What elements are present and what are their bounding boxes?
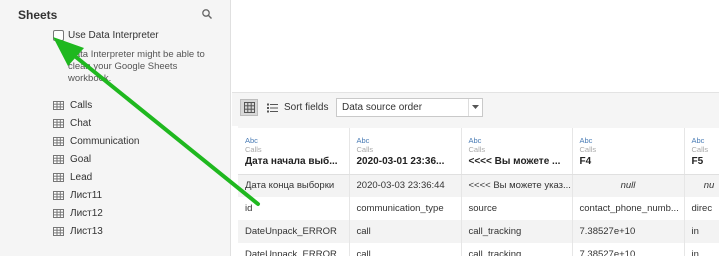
sheet-label: Communication bbox=[70, 135, 140, 147]
table-cell: Дата конца выборки bbox=[238, 174, 350, 197]
table-icon bbox=[53, 226, 64, 236]
column-source: Calls bbox=[245, 145, 262, 154]
sheet-item-calls[interactable]: Calls bbox=[53, 96, 139, 114]
column-header[interactable]: Abc Calls 2020-03-01 23:36... bbox=[349, 128, 462, 175]
table-row: DateUnpack_ERROR call call_tracking 7.38… bbox=[238, 220, 719, 243]
column-type[interactable]: Abc bbox=[469, 136, 565, 145]
table-icon bbox=[53, 118, 64, 128]
column-name: F5 bbox=[691, 156, 704, 167]
table-cell: direc bbox=[684, 197, 719, 220]
data-interpreter-label: Use Data Interpreter bbox=[68, 30, 159, 41]
sort-fields-select[interactable]: Data source order bbox=[336, 98, 483, 117]
sheet-label: Лист13 bbox=[70, 225, 103, 237]
sheets-sidebar: Sheets Use Data Interpreter Data Interpr… bbox=[0, 0, 231, 256]
column-source: Calls bbox=[356, 145, 374, 154]
column-name: 2020-03-01 23:36... bbox=[356, 156, 445, 167]
column-header[interactable]: Abc Calls F4 bbox=[572, 128, 685, 175]
table-cell: id bbox=[238, 197, 350, 220]
table-cell: nu bbox=[684, 174, 719, 197]
table-cell: in bbox=[684, 220, 719, 243]
table-cell: call_tracking bbox=[461, 243, 573, 256]
sheet-item-chat[interactable]: Chat bbox=[53, 114, 139, 132]
sheet-label: Lead bbox=[70, 171, 93, 183]
table-icon bbox=[53, 208, 64, 218]
table-cell: in bbox=[684, 243, 719, 256]
sheet-list: Calls Chat Communication Goal Lead Лист1… bbox=[53, 96, 139, 240]
table-cell: DateUnpack_ERROR bbox=[238, 220, 350, 243]
column-type[interactable]: Abc bbox=[580, 136, 677, 145]
sheet-item-list11[interactable]: Лист11 bbox=[53, 186, 139, 204]
column-header[interactable]: Abc Calls F5 bbox=[684, 128, 719, 175]
column-source: Calls bbox=[579, 145, 597, 154]
grid-view-icon bbox=[243, 102, 255, 113]
sheet-label: Лист11 bbox=[70, 189, 103, 201]
table-row: DateUnpack_ERROR call call_tracking 7.38… bbox=[238, 243, 719, 256]
column-source: Calls bbox=[468, 145, 486, 154]
column-type[interactable]: Abc bbox=[692, 136, 719, 145]
table-icon bbox=[53, 190, 64, 200]
sort-fields-value: Data source order bbox=[342, 102, 423, 113]
grid-view-button[interactable] bbox=[240, 99, 258, 116]
sheet-item-goal[interactable]: Goal bbox=[53, 150, 139, 168]
sheet-label: Goal bbox=[70, 153, 92, 165]
table-cell: call_tracking bbox=[461, 220, 573, 243]
table-icon bbox=[53, 136, 64, 146]
table-row: Дата конца выборки 2020-03-03 23:36:44 <… bbox=[238, 174, 719, 197]
column-type[interactable]: Abc bbox=[357, 136, 454, 145]
table-cell: 2020-03-03 23:36:44 bbox=[349, 174, 462, 197]
data-interpreter-note: Data Interpreter might be able to clean … bbox=[68, 49, 205, 84]
table-cell: 7.38527e+10 bbox=[572, 243, 685, 256]
sheets-title: Sheets bbox=[18, 8, 58, 22]
column-name: <<<< Вы можете ... bbox=[468, 156, 561, 167]
sheet-label: Calls bbox=[70, 99, 93, 111]
data-grid: Abc Calls Дата начала выб... Abc Calls 2… bbox=[238, 128, 719, 256]
table-icon bbox=[53, 154, 64, 164]
column-type[interactable]: Abc bbox=[245, 136, 342, 145]
sheet-item-communication[interactable]: Communication bbox=[53, 132, 139, 150]
table-row: id communication_type source contact_pho… bbox=[238, 197, 719, 220]
sheet-label: Chat bbox=[70, 117, 92, 129]
sort-fields-label: Sort fields bbox=[284, 102, 329, 113]
column-name: Дата начала выб... bbox=[245, 156, 338, 167]
column-source: Calls bbox=[691, 145, 709, 154]
search-icon[interactable] bbox=[200, 7, 214, 21]
chevron-down-icon[interactable] bbox=[468, 99, 482, 116]
table-cell: null bbox=[572, 174, 685, 197]
column-name: F4 bbox=[579, 156, 592, 167]
table-icon bbox=[53, 172, 64, 182]
list-view-button[interactable] bbox=[264, 99, 280, 116]
column-header[interactable]: Abc Calls Дата начала выб... bbox=[238, 128, 350, 175]
table-cell: DateUnpack_ERROR bbox=[238, 243, 350, 256]
table-cell: source bbox=[461, 197, 573, 220]
grid-header-row: Abc Calls Дата начала выб... Abc Calls 2… bbox=[238, 128, 719, 175]
table-icon bbox=[53, 100, 64, 110]
sheet-item-list13[interactable]: Лист13 bbox=[53, 222, 139, 240]
table-cell: 7.38527e+10 bbox=[572, 220, 685, 243]
sheet-label: Лист12 bbox=[70, 207, 103, 219]
table-cell: <<<< Вы можете указ... bbox=[461, 174, 573, 197]
sheet-item-lead[interactable]: Lead bbox=[53, 168, 139, 186]
table-cell: contact_phone_numb... bbox=[572, 197, 685, 220]
column-header[interactable]: Abc Calls <<<< Вы можете ... bbox=[461, 128, 573, 175]
table-cell: call bbox=[349, 243, 462, 256]
list-view-icon bbox=[266, 103, 278, 112]
table-cell: communication_type bbox=[349, 197, 462, 220]
table-cell: call bbox=[349, 220, 462, 243]
data-interpreter-checkbox[interactable] bbox=[53, 30, 64, 41]
data-interpreter-toggle[interactable]: Use Data Interpreter bbox=[53, 30, 159, 41]
grid-toolbar: Sort fields Data source order bbox=[232, 93, 719, 126]
join-canvas bbox=[232, 0, 719, 92]
sheet-item-list12[interactable]: Лист12 bbox=[53, 204, 139, 222]
